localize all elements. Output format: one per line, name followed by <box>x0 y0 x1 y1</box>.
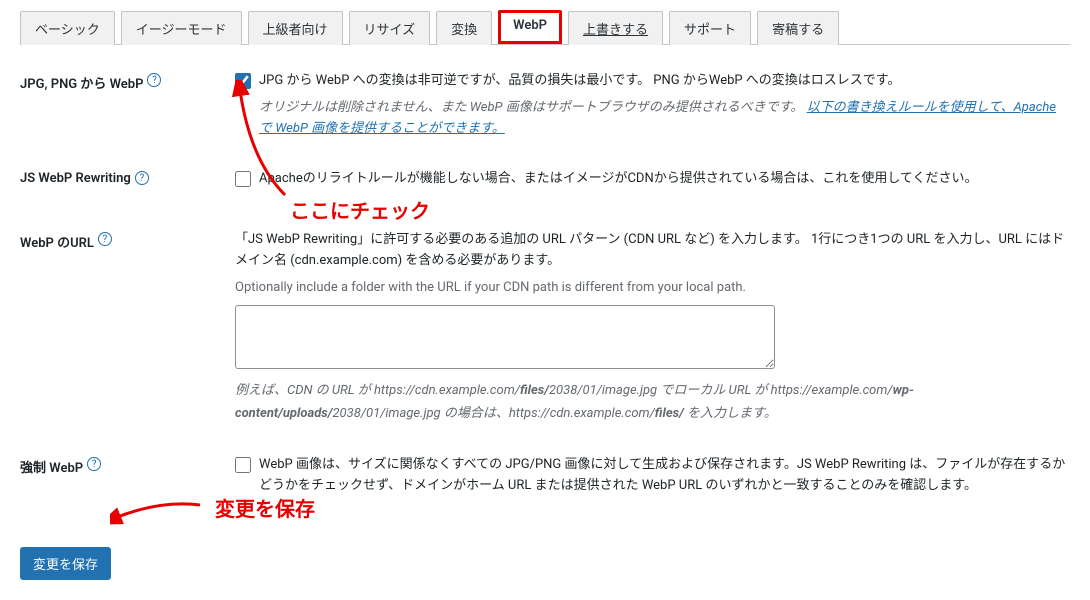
label-webp-url: WebP のURL <box>20 232 94 251</box>
help-icon[interactable]: ? <box>87 457 101 471</box>
tab-contribute[interactable]: 寄稿する <box>757 11 839 45</box>
tabs-nav: ベーシック イージーモード 上級者向け リサイズ 変換 WebP 上書きする サ… <box>20 10 1070 45</box>
desc-jpg-png-prefix: オリジナルは削除されません、また WebP 画像はサポートブラウザのみ提供される… <box>259 100 803 115</box>
desc-webp-url-1: 「JS WebP Rewriting」に許可する必要のある追加の URL パター… <box>235 230 1070 272</box>
cb-text-force-webp: WebP 画像は、サイズに関係なくすべての JPG/PNG 画像に対して生成およ… <box>259 455 1070 497</box>
checkbox-jpg-png-webp[interactable] <box>235 73 251 89</box>
checkbox-force-webp[interactable] <box>235 457 251 473</box>
annotation-text-check: ここにチェック <box>290 195 430 224</box>
save-button[interactable]: 変更を保存 <box>20 547 111 580</box>
tab-convert[interactable]: 変換 <box>436 11 492 45</box>
help-icon[interactable]: ? <box>98 232 112 246</box>
row-js-webp: JS WebP Rewriting ? Apacheのリライトルールが機能しない… <box>20 169 1070 190</box>
cb-text-js-webp: Apacheのリライトルールが機能しない場合、またはイメージがCDNから提供され… <box>259 169 978 190</box>
tab-webp[interactable]: WebP <box>498 10 562 44</box>
label-force-webp: 強制 WebP <box>20 457 83 476</box>
row-webp-url: WebP のURL ? 「JS WebP Rewriting」に許可する必要のあ… <box>20 230 1070 425</box>
tab-easy[interactable]: イージーモード <box>121 11 242 45</box>
textarea-webp-url[interactable] <box>235 305 775 369</box>
help-icon[interactable]: ? <box>135 171 149 185</box>
tab-basic[interactable]: ベーシック <box>20 11 115 45</box>
annotation-text-save: 変更を保存 <box>215 493 315 522</box>
desc-webp-url-2: Optionally include a folder with the URL… <box>235 278 1070 299</box>
tab-advanced[interactable]: 上級者向け <box>248 11 343 45</box>
checkbox-js-webp[interactable] <box>235 171 251 187</box>
tab-overwrite[interactable]: 上書きする <box>568 11 663 45</box>
help-icon[interactable]: ? <box>147 73 161 87</box>
label-jpg-png-webp: JPG, PNG から WebP <box>20 73 143 92</box>
row-jpg-png-webp: JPG, PNG から WebP ? JPG から WebP への変換は非可逆で… <box>20 71 1070 139</box>
tab-support[interactable]: サポート <box>669 11 751 45</box>
cb-text-jpg-png-webp: JPG から WebP への変換は非可逆ですが、品質の損失は最小です。 PNG … <box>259 71 901 92</box>
row-force-webp: 強制 WebP ? WebP 画像は、サイズに関係なくすべての JPG/PNG … <box>20 455 1070 497</box>
label-js-webp: JS WebP Rewriting <box>20 171 131 186</box>
tab-resize[interactable]: リサイズ <box>349 11 431 45</box>
example-cdn-url: 例えば、CDN の URL が https://cdn.example.com/… <box>235 379 1070 426</box>
